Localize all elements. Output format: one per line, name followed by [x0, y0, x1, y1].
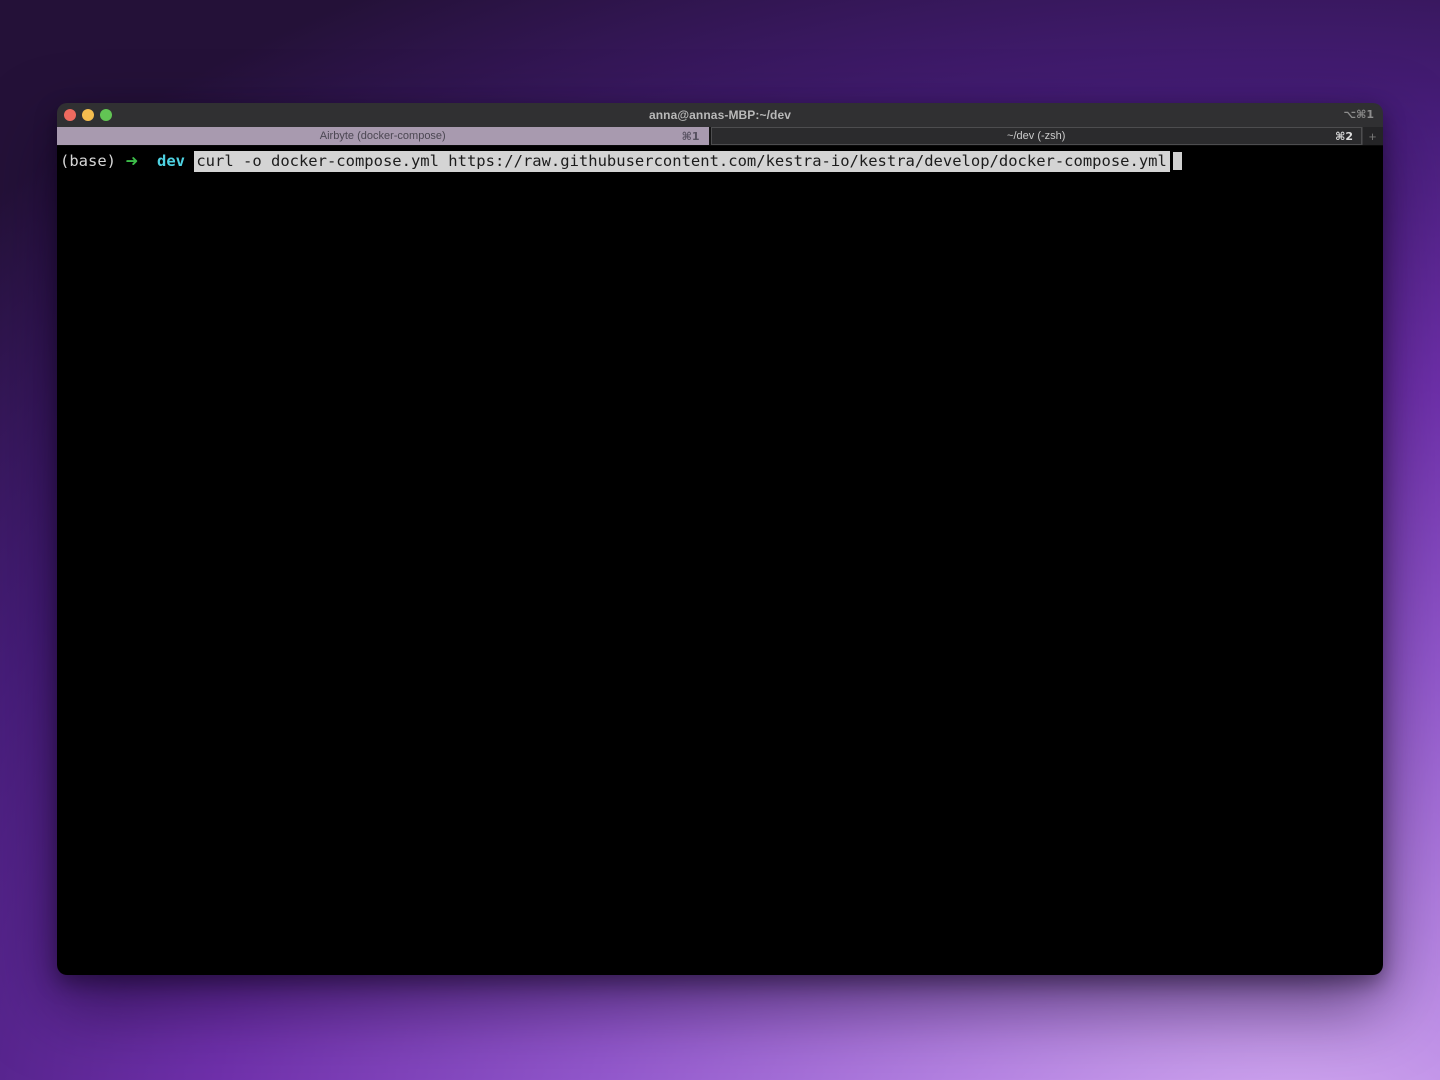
zoom-button[interactable]	[100, 109, 112, 121]
conda-env-label: (base)	[60, 152, 125, 170]
tab-shortcut-hint: ⌘1	[682, 130, 700, 143]
window-title: anna@annas-MBP:~/dev	[57, 108, 1383, 122]
terminal-content[interactable]: (base) ➜ dev curl -o docker-compose.yml …	[57, 146, 1383, 975]
window-shortcut-hint: ⌥⌘1	[1343, 108, 1374, 121]
command-text-selected: curl -o docker-compose.yml https://raw.g…	[194, 151, 1170, 172]
tab-airbyte-docker-compose[interactable]: Airbyte (docker-compose) ⌘1	[57, 127, 711, 145]
terminal-window: anna@annas-MBP:~/dev ⌥⌘1 Airbyte (docker…	[57, 103, 1383, 975]
new-tab-button[interactable]: +	[1362, 127, 1383, 145]
tab-label: ~/dev (-zsh)	[1007, 130, 1065, 142]
close-button[interactable]	[64, 109, 76, 121]
tab-bar: Airbyte (docker-compose) ⌘1 ~/dev (-zsh)…	[57, 127, 1383, 146]
titlebar[interactable]: anna@annas-MBP:~/dev ⌥⌘1	[57, 103, 1383, 127]
tab-shortcut-hint: ⌘2	[1335, 130, 1353, 143]
tab-label: Airbyte (docker-compose)	[320, 130, 446, 142]
traffic-lights	[57, 109, 112, 121]
prompt-line: (base) ➜ dev curl -o docker-compose.yml …	[60, 151, 1380, 172]
tab-dev-zsh[interactable]: ~/dev (-zsh) ⌘2	[711, 127, 1363, 145]
prompt-arrow-icon: ➜	[125, 152, 138, 170]
terminal-cursor	[1173, 152, 1182, 170]
desktop-background: anna@annas-MBP:~/dev ⌥⌘1 Airbyte (docker…	[0, 0, 1440, 1080]
prompt-directory: dev	[138, 152, 194, 170]
minimize-button[interactable]	[82, 109, 94, 121]
